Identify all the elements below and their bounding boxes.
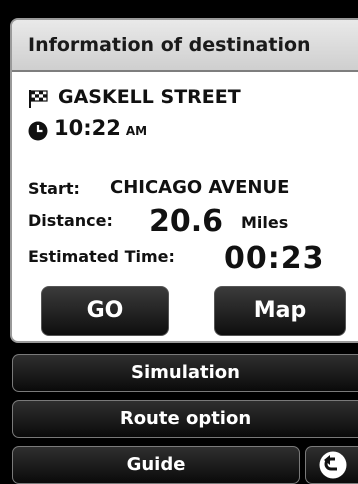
arrival-ampm: AM xyxy=(125,124,148,138)
checkered-flag-icon xyxy=(29,90,48,108)
map-button[interactable]: Map xyxy=(214,286,346,336)
destination-info-panel: Information of destination GASKELL STREE… xyxy=(10,18,358,343)
start-label: Start: xyxy=(28,179,80,198)
go-button[interactable]: GO xyxy=(41,286,169,336)
panel-header: Information of destination xyxy=(12,20,358,72)
simulation-button[interactable]: Simulation xyxy=(12,354,358,392)
route-option-button[interactable]: Route option xyxy=(12,400,358,438)
clock-icon xyxy=(28,121,48,141)
destination-name: GASKELL STREET xyxy=(58,86,241,108)
page-title: Information of destination xyxy=(28,34,311,56)
back-button[interactable] xyxy=(305,446,358,484)
distance-label: Distance: xyxy=(28,211,113,230)
arrival-time: 10:22 AM xyxy=(54,116,148,140)
distance-unit: Miles xyxy=(241,213,289,232)
estimated-time-label: Estimated Time: xyxy=(28,247,175,266)
guide-button[interactable]: Guide xyxy=(12,446,300,484)
back-arrow-icon xyxy=(319,451,347,479)
distance-value: 20.6 xyxy=(149,204,224,239)
start-value: CHICAGO AVENUE xyxy=(110,177,290,198)
estimated-time-value: 00:23 xyxy=(224,241,325,276)
